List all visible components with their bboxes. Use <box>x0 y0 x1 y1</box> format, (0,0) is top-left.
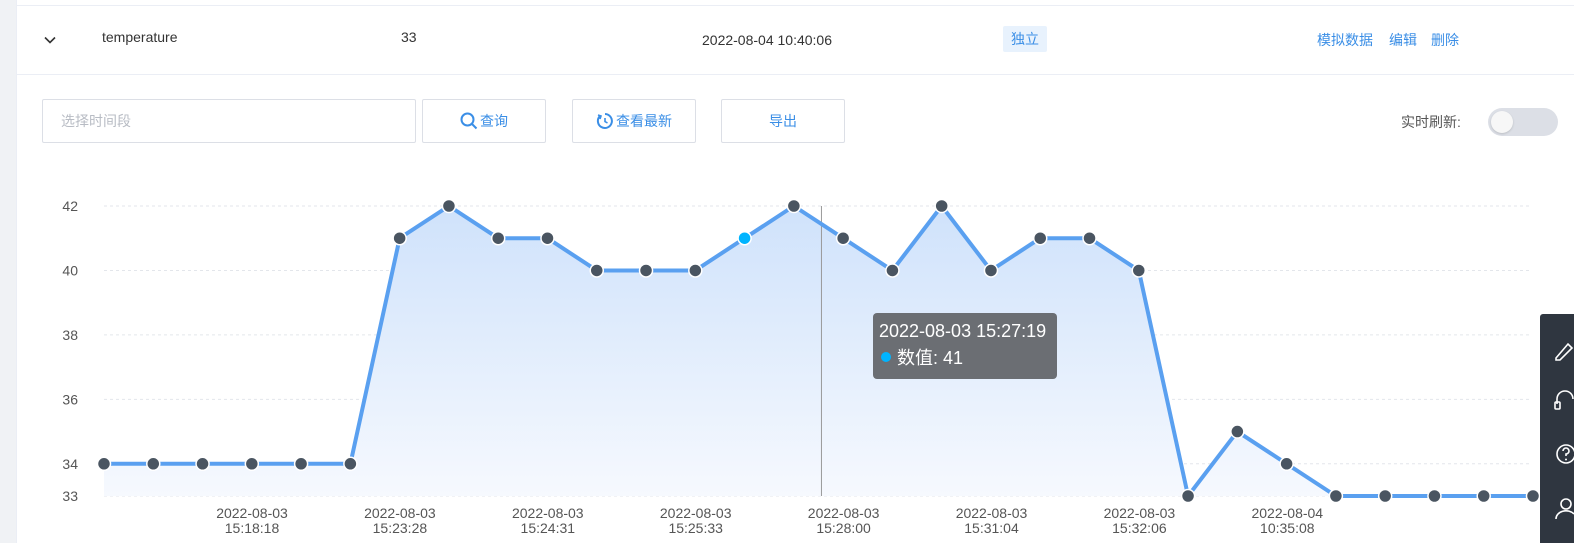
y-tick-label: 34 <box>62 456 78 472</box>
data-point <box>146 456 161 472</box>
y-tick-label: 33 <box>62 488 78 504</box>
x-tick-label-time: 15:24:31 <box>521 520 576 536</box>
y-tick-label: 42 <box>62 198 78 214</box>
edit-icon[interactable] <box>1554 338 1574 362</box>
x-tick-label-time: 10:35:08 <box>1260 520 1315 536</box>
data-point <box>589 263 605 278</box>
data-point <box>195 456 210 472</box>
headset-icon[interactable] <box>1554 388 1574 412</box>
floating-sidebar <box>1540 314 1574 543</box>
x-tick-label-date: 2022-08-03 <box>216 505 288 521</box>
x-tick-label-date: 2022-08-04 <box>1251 505 1323 521</box>
data-point <box>1230 424 1245 439</box>
data-point <box>244 456 260 472</box>
y-tick-label: 38 <box>62 327 78 343</box>
x-tick-label-time: 15:25:33 <box>668 520 723 536</box>
data-point <box>392 230 407 246</box>
data-point <box>1328 488 1344 504</box>
data-point <box>688 263 703 278</box>
x-tick-label-time: 15:32:06 <box>1112 520 1167 536</box>
data-point <box>96 456 112 472</box>
data-point <box>1082 230 1097 246</box>
tooltip-value: 数值: 41 <box>897 348 964 368</box>
data-point <box>786 198 802 214</box>
x-tick-label-date: 2022-08-03 <box>512 505 584 521</box>
x-tick-label-date: 2022-08-03 <box>1104 505 1176 521</box>
data-point <box>293 456 309 472</box>
data-point <box>540 230 555 246</box>
tooltip-time: 2022-08-03 15:27:19 <box>879 321 1047 341</box>
data-point <box>1279 456 1294 472</box>
series-area <box>104 206 1533 496</box>
data-point <box>885 263 900 278</box>
x-tick-label-date: 2022-08-03 <box>956 505 1028 521</box>
y-tick-label: 40 <box>62 262 78 278</box>
data-point <box>638 263 654 278</box>
series-dot-icon <box>881 352 891 362</box>
data-point <box>934 198 949 214</box>
x-tick-label-date: 2022-08-03 <box>808 505 880 521</box>
data-point <box>835 230 851 246</box>
data-point <box>343 456 358 472</box>
data-point <box>1377 488 1393 504</box>
x-tick-label-time: 15:28:00 <box>816 520 871 536</box>
data-point <box>1180 488 1196 504</box>
x-tick-label-time: 15:18:18 <box>225 520 280 536</box>
help-icon[interactable] <box>1554 442 1574 466</box>
x-tick-label-time: 15:31:04 <box>964 520 1019 536</box>
line-chart: 3334363840422022-08-0315:18:182022-08-03… <box>62 198 1541 536</box>
data-point <box>1131 263 1147 278</box>
x-tick-label-date: 2022-08-03 <box>364 505 436 521</box>
x-tick-label-date: 2022-08-03 <box>660 505 732 521</box>
highlighted-data-point <box>737 230 752 246</box>
x-tick-label-time: 15:23:28 <box>373 520 428 536</box>
chart-tooltip: 2022-08-03 15:27:19 数值: 41 <box>873 313 1057 379</box>
user-icon[interactable] <box>1554 496 1574 520</box>
data-point <box>1427 488 1442 504</box>
data-point <box>983 263 999 278</box>
data-point <box>1032 230 1048 246</box>
data-point <box>1525 488 1541 504</box>
data-point <box>490 230 506 246</box>
y-tick-label: 36 <box>62 391 78 407</box>
data-point <box>1476 488 1491 504</box>
data-point <box>441 198 457 214</box>
